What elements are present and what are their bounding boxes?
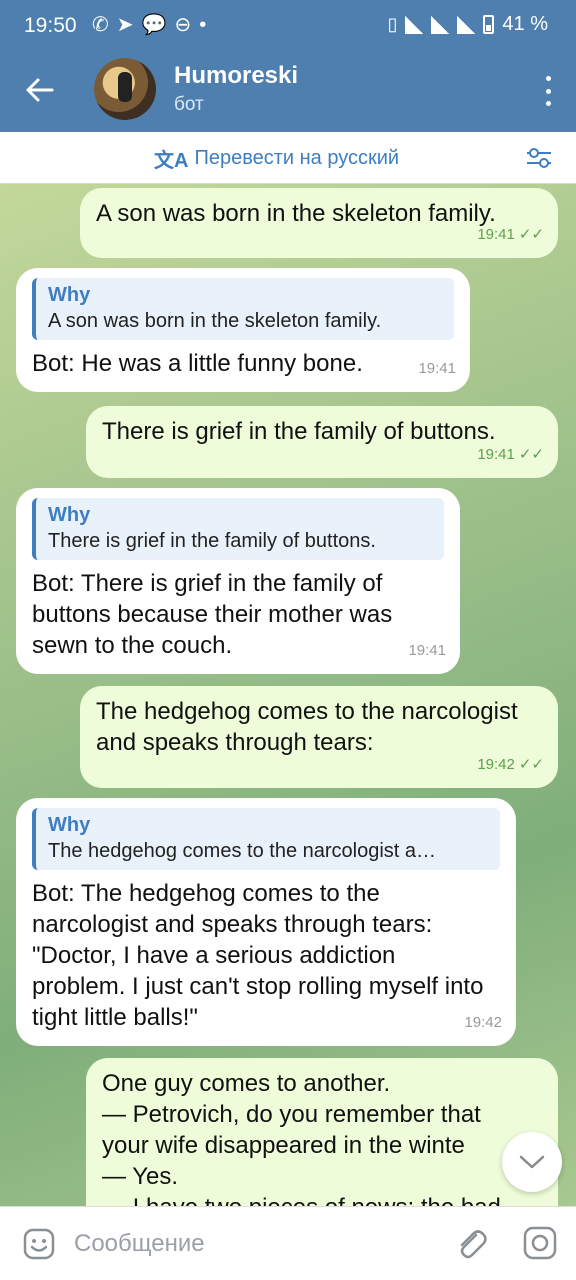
chat-header: Humoreski бот — [0, 52, 576, 132]
message-incoming[interactable]: Why There is grief in the family of butt… — [16, 488, 460, 674]
notification-icons: ✆ ➤ 💬 ⊖ • — [92, 13, 206, 37]
dot-icon: • — [199, 14, 207, 36]
message-outgoing[interactable]: There is grief in the family of buttons.… — [86, 406, 558, 478]
message-text: A son was born in the skeleton family. — [96, 200, 496, 227]
message-text: Bot: There is grief in the family of but… — [32, 570, 393, 659]
more-menu-icon[interactable] — [542, 76, 554, 106]
battery-icon — [483, 15, 495, 34]
message-line: your wife disappeared in the winte — [102, 1132, 465, 1159]
reply-name: Why — [48, 814, 91, 836]
message-time: 19:41 — [408, 642, 446, 659]
message-outgoing[interactable]: One guy comes to another. — Petrovich, d… — [86, 1058, 558, 1206]
message-line: One guy comes to another. — [102, 1070, 391, 1097]
paperclip-icon[interactable] — [454, 1227, 488, 1261]
system-icons: ▯ 41 % — [388, 13, 549, 36]
message-time: 19:41 — [477, 226, 515, 243]
read-ticks-icon: ✓✓ — [518, 446, 544, 463]
message-incoming[interactable]: Why The hedgehog comes to the narcologis… — [16, 798, 516, 1046]
chat-subtitle: бот — [174, 94, 204, 115]
reply-quote[interactable]: Why A son was born in the skeleton famil… — [32, 278, 454, 340]
message-time: 19:41 — [418, 360, 456, 377]
message-line: — Petrovich, do you remember that — [102, 1101, 481, 1128]
message-input[interactable] — [74, 1227, 434, 1261]
translate-settings-icon[interactable] — [526, 146, 552, 170]
battery-percent: 41 % — [502, 13, 548, 35]
read-ticks-icon: ✓✓ — [518, 756, 544, 773]
message-time: 19:42 — [464, 1014, 502, 1031]
translate-icon: 文A — [154, 150, 189, 172]
dnd-icon: ⊖ — [174, 14, 192, 36]
scroll-down-button[interactable] — [502, 1132, 562, 1192]
reply-name: Why — [48, 284, 91, 306]
avatar[interactable] — [94, 58, 156, 120]
message-line: — I have two pieces of news: the bad — [102, 1192, 542, 1206]
message-outgoing[interactable]: A son was born in the skeleton family. 1… — [80, 188, 558, 258]
translate-button[interactable]: 文A Перевести на русский — [154, 144, 399, 173]
message-incoming[interactable]: Why A son was born in the skeleton famil… — [16, 268, 470, 392]
message-outgoing[interactable]: The hedgehog comes to the narcologist an… — [80, 686, 558, 788]
message-line: — Yes. — [102, 1163, 179, 1190]
reply-quote[interactable]: Why There is grief in the family of butt… — [32, 498, 444, 560]
vibrate-icon: ▯ — [387, 14, 398, 34]
chat-area[interactable]: A son was born in the skeleton family. 1… — [0, 184, 576, 1206]
message-composer — [0, 1206, 576, 1280]
reply-text: There is grief in the family of buttons. — [48, 530, 376, 552]
reply-text: A son was born in the skeleton family. — [48, 310, 382, 332]
chat-icon: 💬 — [141, 14, 167, 36]
chevron-down-icon — [519, 1155, 545, 1169]
reply-quote[interactable]: Why The hedgehog comes to the narcologis… — [32, 808, 500, 870]
signal-icon — [431, 15, 450, 34]
emoji-icon[interactable] — [22, 1227, 56, 1261]
read-ticks-icon: ✓✓ — [518, 226, 544, 243]
telegram-icon: ➤ — [116, 14, 134, 36]
status-time: 19:50 — [24, 14, 77, 37]
camera-icon[interactable] — [522, 1225, 558, 1261]
back-arrow-icon[interactable] — [22, 72, 58, 108]
reply-text: The hedgehog comes to the narcologist a… — [48, 840, 437, 862]
whatsapp-icon: ✆ — [92, 14, 109, 36]
chat-title[interactable]: Humoreski — [174, 62, 298, 90]
message-time: 19:41 — [477, 446, 515, 463]
message-text: Bot: He was a little funny bone. — [32, 350, 363, 377]
message-text: Bot: The hedgehog comes to the narcologi… — [32, 880, 484, 1031]
wifi-icon — [405, 15, 424, 34]
signal-2-icon — [457, 15, 476, 34]
translate-bar: 文A Перевести на русский — [0, 132, 576, 184]
translate-label: Перевести на русский — [194, 147, 400, 169]
message-time: 19:42 — [477, 756, 515, 773]
reply-name: Why — [48, 504, 91, 526]
status-bar: 19:50 ✆ ➤ 💬 ⊖ • ▯ 41 % — [0, 0, 576, 52]
message-text: There is grief in the family of buttons. — [102, 418, 496, 445]
